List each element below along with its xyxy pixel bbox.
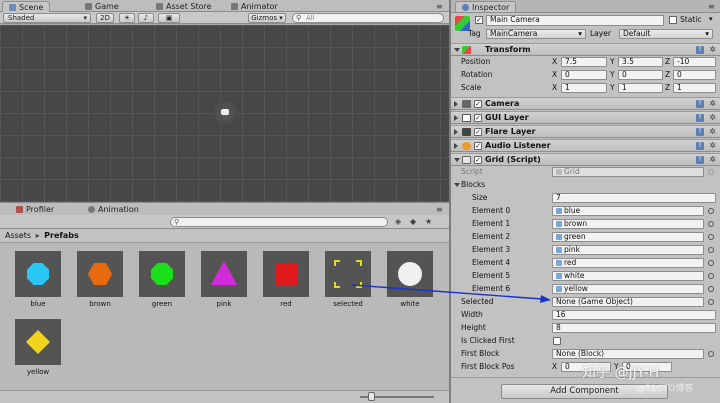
annotation-arrow: [351, 284, 551, 303]
arrow-head-icon: [540, 295, 551, 303]
arrow-line: [351, 284, 543, 300]
